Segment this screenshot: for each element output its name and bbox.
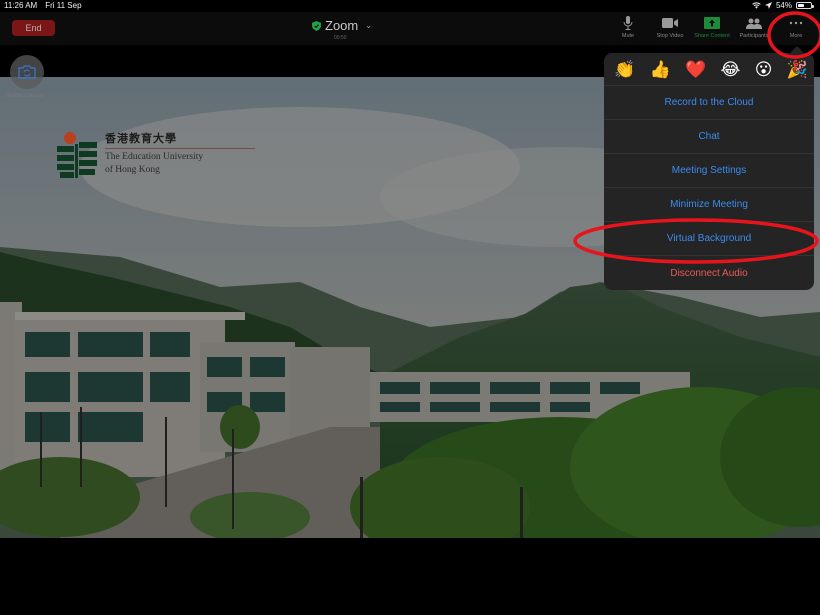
reaction-joy[interactable]: 😂 [721,61,741,78]
participants-icon [746,16,762,30]
mute-label: Mute [621,33,635,39]
switch-camera-label: Switch Camera [6,93,44,99]
more-dots-icon [789,16,803,30]
wifi-icon [752,2,761,9]
chevron-down-icon: ⌄ [365,21,372,30]
participants-label: Participants [739,33,769,39]
more-menu: 👏 👍 ❤️ 😂 😮 🎉 Record to the Cloud Chat Me… [604,53,814,290]
more-button[interactable]: More [772,16,820,39]
status-date: Fri 11 Sep [45,1,82,10]
encryption-shield-icon [312,20,321,31]
more-label: More [789,33,803,39]
logo-english-line1: The Education University [105,152,204,162]
share-content-label: Share Content [694,33,730,39]
university-logo: 香港教育大學 The Education University of Hong … [57,130,255,178]
meeting-name: Zoom [325,18,359,33]
stop-video-button[interactable]: Stop Video [646,16,694,39]
menu-item-disconnect-audio[interactable]: Disconnect Audio [604,256,814,290]
menu-item-chat[interactable]: Chat [604,120,814,154]
share-content-button[interactable]: Share Content [688,16,736,39]
switch-camera-button[interactable] [10,55,44,89]
reaction-thumbs-up[interactable]: 👍 [650,61,671,78]
status-time: 11:26 AM [4,1,38,10]
battery-icon [796,2,814,9]
microphone-icon [623,16,633,30]
participants-button[interactable]: Participants [730,16,778,39]
reaction-heart[interactable]: ❤️ [685,61,706,78]
logo-english-line2: of Hong Kong [105,165,160,175]
meeting-title[interactable]: Zoom ⌄ [312,18,372,33]
reaction-clap[interactable]: 👏 [614,61,635,78]
more-menu-caret [790,46,804,53]
switch-camera-icon [18,65,36,79]
share-screen-icon [704,16,720,30]
reactions-bar: 👏 👍 ❤️ 😂 😮 🎉 [604,53,814,86]
meeting-timer: 00:50 [334,35,347,41]
logo-chinese-name: 香港教育大學 [105,130,255,149]
stop-video-label: Stop Video [656,33,684,39]
status-bar: 11:26 AM Fri 11 Sep 54% [0,0,820,12]
meeting-toolbar: End Zoom ⌄ 00:50 Mute Stop Video Share C… [0,12,820,45]
location-arrow-icon [764,2,772,9]
menu-item-virtual-background[interactable]: Virtual Background [604,222,814,256]
reaction-open-mouth[interactable]: 😮 [755,61,773,78]
menu-item-record-to-cloud[interactable]: Record to the Cloud [604,86,814,120]
menu-item-minimize-meeting[interactable]: Minimize Meeting [604,188,814,222]
eduhk-emblem-icon [57,132,97,178]
end-meeting-button[interactable]: End [12,20,55,36]
video-camera-icon [662,16,678,30]
menu-item-meeting-settings[interactable]: Meeting Settings [604,154,814,188]
reaction-tada[interactable]: 🎉 [787,61,808,78]
battery-percent: 54% [775,1,792,10]
mute-button[interactable]: Mute [604,16,652,39]
